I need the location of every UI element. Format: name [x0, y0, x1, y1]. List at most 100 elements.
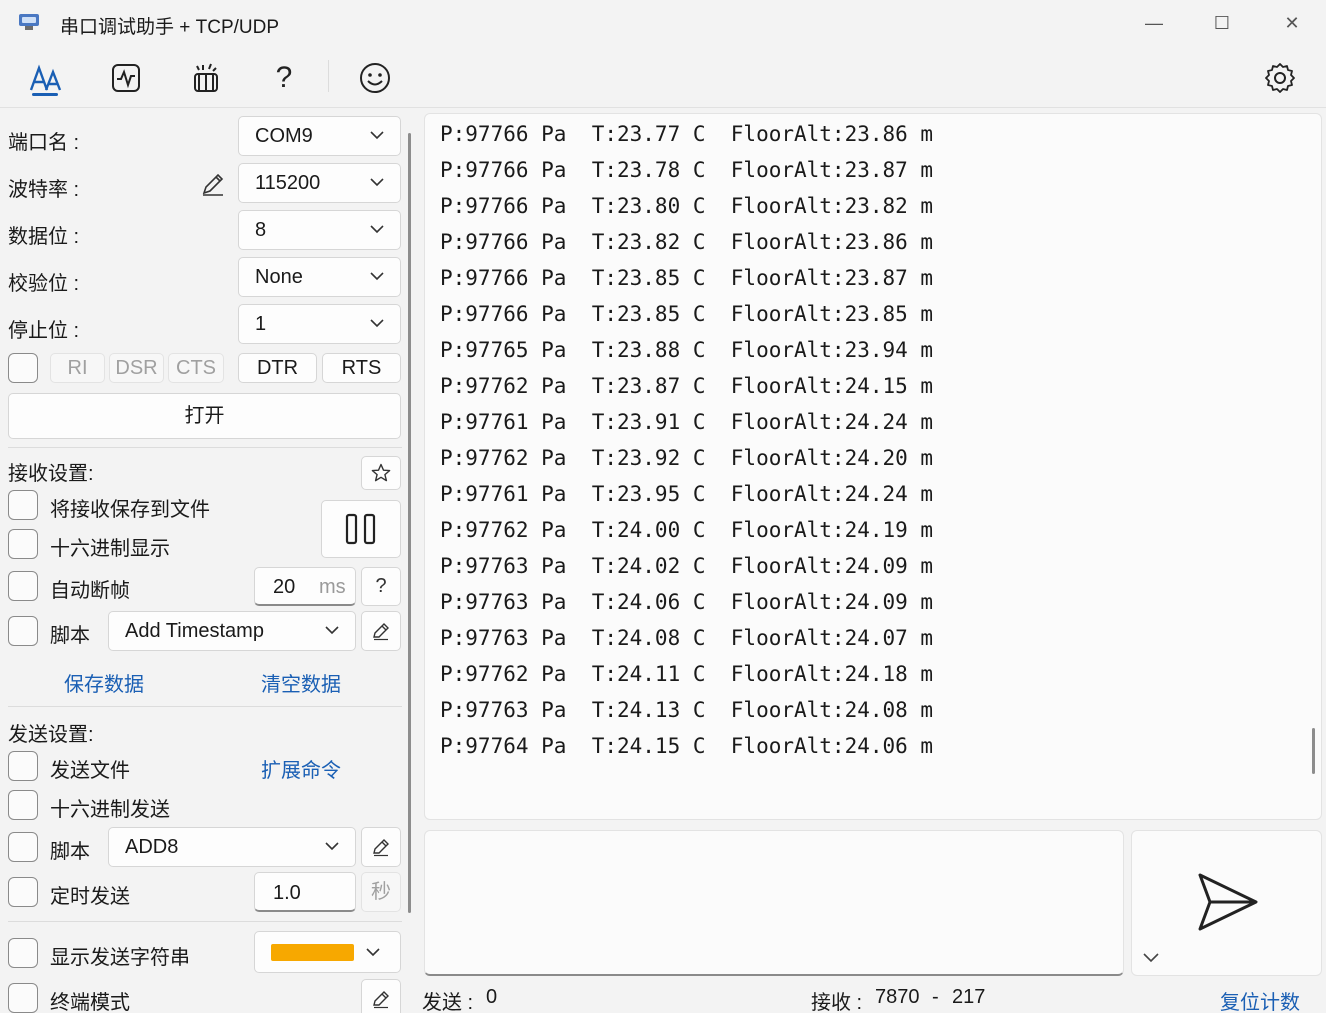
terminal-mode-checkbox[interactable]: [8, 983, 38, 1013]
chevron-down-icon: [325, 626, 339, 635]
show-send-string-label: 显示发送字符串: [50, 947, 190, 969]
receive-line: P:97763 Pa T:24.08 C FloorAlt:24.07 m: [440, 626, 934, 650]
hex-send-checkbox[interactable]: [8, 790, 38, 820]
chevron-down-icon: [370, 272, 384, 281]
baud-select[interactable]: 115200: [238, 163, 401, 203]
send-script-checkbox[interactable]: [8, 832, 38, 862]
toolbar-separator: [328, 60, 329, 92]
show-send-string-checkbox[interactable]: [8, 938, 38, 968]
help-icon[interactable]: ?: [264, 58, 304, 98]
receive-line: P:97766 Pa T:23.77 C FloorAlt:23.86 m: [440, 122, 934, 146]
dsr-indicator: DSR: [109, 353, 164, 383]
save-to-file-label: 将接收保存到文件: [50, 499, 210, 521]
receive-line: P:97762 Pa T:24.00 C FloorAlt:24.19 m: [440, 518, 934, 542]
pencil-icon: [373, 839, 389, 857]
active-tab-indicator: [32, 93, 58, 96]
receive-separator: -: [932, 986, 939, 1008]
reset-count-link[interactable]: 复位计数: [1220, 986, 1300, 1013]
port-select[interactable]: COM9: [238, 116, 401, 156]
receive-line: P:97766 Pa T:23.80 C FloorAlt:23.82 m: [440, 194, 934, 218]
send-file-label: 发送文件: [50, 760, 130, 782]
send-file-checkbox[interactable]: [8, 751, 38, 781]
send-script-select[interactable]: ADD8: [108, 827, 356, 867]
receive-script-value: Add Timestamp: [125, 620, 264, 642]
receive-scrollbar[interactable]: [1312, 728, 1315, 774]
hex-send-label: 十六进制发送: [50, 799, 170, 821]
send-button[interactable]: [1131, 830, 1322, 976]
frame-timeout-value: 20: [273, 576, 296, 598]
receive-line: P:97762 Pa T:23.87 C FloorAlt:24.15 m: [440, 374, 934, 398]
chevron-down-icon: [370, 225, 384, 234]
receive-script-label: 脚本: [50, 625, 90, 647]
pause-button[interactable]: [321, 500, 401, 558]
timed-send-checkbox[interactable]: [8, 877, 38, 907]
receive-line: P:97762 Pa T:23.92 C FloorAlt:24.20 m: [440, 446, 934, 470]
receive-line: P:97766 Pa T:23.82 C FloorAlt:23.86 m: [440, 230, 934, 254]
receive-script-select[interactable]: Add Timestamp: [108, 611, 356, 651]
chevron-down-icon[interactable]: [1142, 951, 1160, 963]
rts-button[interactable]: RTS: [322, 353, 401, 383]
pencil-icon: [373, 623, 389, 641]
receive-text-area[interactable]: P:97766 Pa T:23.77 C FloorAlt:23.86 m P:9…: [424, 113, 1322, 820]
settings-icon[interactable]: [1260, 58, 1300, 98]
receive-line: P:97764 Pa T:24.15 C FloorAlt:24.06 m: [440, 734, 934, 758]
chevron-down-icon: [370, 319, 384, 328]
terminal-mode-edit-button[interactable]: [361, 979, 401, 1013]
color-swatch: [271, 944, 354, 961]
flow-control-checkbox[interactable]: [8, 353, 38, 383]
open-port-button[interactable]: 打开: [8, 393, 401, 439]
chevron-down-icon: [370, 131, 384, 140]
extend-command-link[interactable]: 扩展命令: [261, 754, 341, 783]
waveform-icon[interactable]: [106, 58, 146, 98]
timed-send-label: 定时发送: [50, 886, 130, 908]
timed-send-interval-input[interactable]: 1.0: [254, 872, 356, 912]
close-button[interactable]: ✕: [1272, 8, 1312, 38]
stopbits-select[interactable]: 1: [238, 304, 401, 344]
send-script-value: ADD8: [125, 836, 179, 858]
send-input[interactable]: [424, 830, 1124, 976]
parity-select[interactable]: None: [238, 257, 401, 297]
frame-timeout-unit: ms: [319, 576, 346, 598]
settings-panel: 端口名 : COM9 波特率 : 115200 数据位 : 8 校验位 : No…: [0, 109, 412, 1013]
hex-display-checkbox[interactable]: [8, 529, 38, 559]
receive-script-checkbox[interactable]: [8, 616, 38, 646]
receive-script-edit-button[interactable]: [361, 611, 401, 651]
divider: [8, 921, 402, 922]
clear-data-link[interactable]: 清空数据: [261, 668, 341, 697]
save-data-link[interactable]: 保存数据: [64, 668, 144, 697]
title-bar: 串口调试助手 + TCP/UDP — ☐ ✕: [0, 0, 1326, 46]
send-script-label: 脚本: [50, 841, 90, 863]
dtr-button[interactable]: DTR: [238, 353, 317, 383]
baud-value: 115200: [255, 172, 321, 194]
receive-line: P:97766 Pa T:23.85 C FloorAlt:23.87 m: [440, 266, 934, 290]
send-color-picker[interactable]: [254, 931, 401, 973]
auto-frame-label: 自动断帧: [50, 580, 130, 602]
pause-icon: [345, 513, 376, 545]
frame-timeout-input[interactable]: 20 ms: [254, 567, 356, 606]
save-to-file-checkbox[interactable]: [8, 490, 38, 520]
receive-line: P:97761 Pa T:23.91 C FloorAlt:24.24 m: [440, 410, 934, 434]
frame-help-button[interactable]: ?: [361, 567, 401, 606]
chevron-down-icon: [370, 178, 384, 187]
clean-icon[interactable]: [186, 58, 226, 98]
send-count-label: 发送 :: [422, 992, 474, 1013]
minimize-button[interactable]: —: [1134, 8, 1174, 38]
auto-frame-checkbox[interactable]: [8, 571, 38, 601]
settings-scrollbar[interactable]: [408, 133, 411, 913]
receive-line: P:97762 Pa T:24.11 C FloorAlt:24.18 m: [440, 662, 934, 686]
receive-line-count: 217: [952, 986, 986, 1008]
send-arrow-icon: [1198, 873, 1258, 931]
parity-value: None: [255, 266, 303, 288]
send-script-edit-button[interactable]: [361, 827, 401, 867]
ri-indicator: RI: [50, 353, 105, 383]
divider: [8, 447, 402, 448]
window-title: 串口调试助手 + TCP/UDP: [60, 17, 280, 38]
edit-pen-icon[interactable]: [200, 171, 226, 197]
databits-select[interactable]: 8: [238, 210, 401, 250]
favorite-button[interactable]: [361, 456, 401, 490]
text-receive-icon[interactable]: [26, 58, 66, 98]
send-settings-heading: 发送设置:: [8, 724, 94, 746]
receive-line: P:97763 Pa T:24.13 C FloorAlt:24.08 m: [440, 698, 934, 722]
maximize-button[interactable]: ☐: [1202, 8, 1242, 38]
smiley-icon[interactable]: [355, 58, 395, 98]
